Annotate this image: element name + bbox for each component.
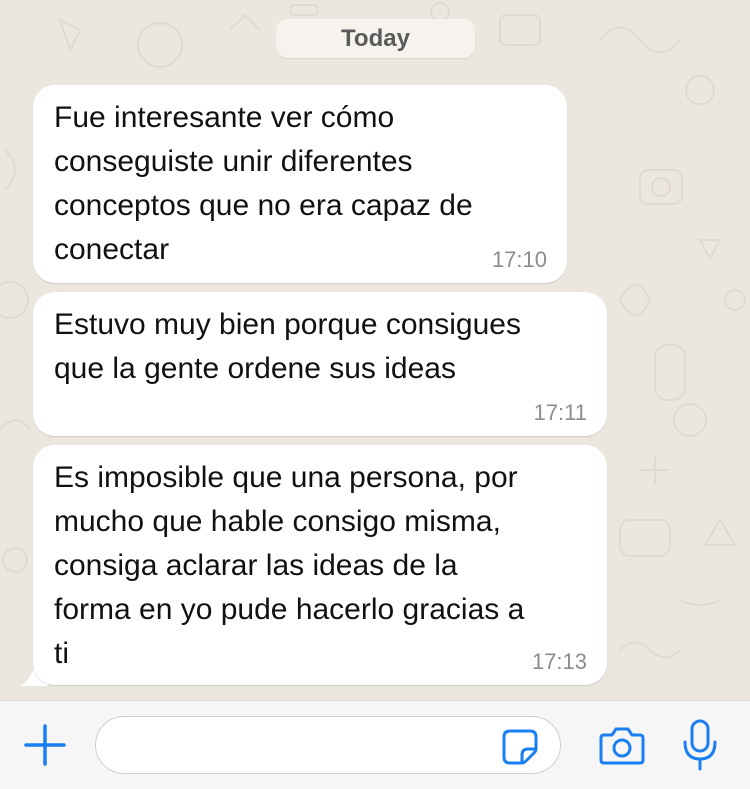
sticker-icon[interactable] xyxy=(500,727,540,767)
message-text: Fue interesante ver cómo conseguiste uni… xyxy=(54,101,473,266)
message-time: 17:13 xyxy=(531,649,587,674)
message-bubble[interactable]: Fue interesante ver cómo conseguiste uni… xyxy=(33,85,567,283)
camera-icon[interactable] xyxy=(598,725,646,767)
date-separator: Today xyxy=(276,19,475,58)
microphone-icon[interactable] xyxy=(682,718,718,772)
message-input-bar xyxy=(0,700,750,789)
plus-icon[interactable] xyxy=(23,723,67,767)
message-time: 17:11 xyxy=(533,400,587,425)
chat-background: Today Fue interesante ver cómo conseguis… xyxy=(0,0,750,700)
message-bubble[interactable]: Es imposible que una persona, por mucho … xyxy=(33,445,607,685)
message-input[interactable] xyxy=(95,716,561,774)
message-bubble[interactable]: Estuvo muy bien porque consigues que la … xyxy=(33,292,607,436)
message-text: Estuvo muy bien porque consigues que la … xyxy=(54,308,521,385)
message-time: 17:10 xyxy=(491,247,547,272)
message-text: Es imposible que una persona, por mucho … xyxy=(54,461,525,670)
